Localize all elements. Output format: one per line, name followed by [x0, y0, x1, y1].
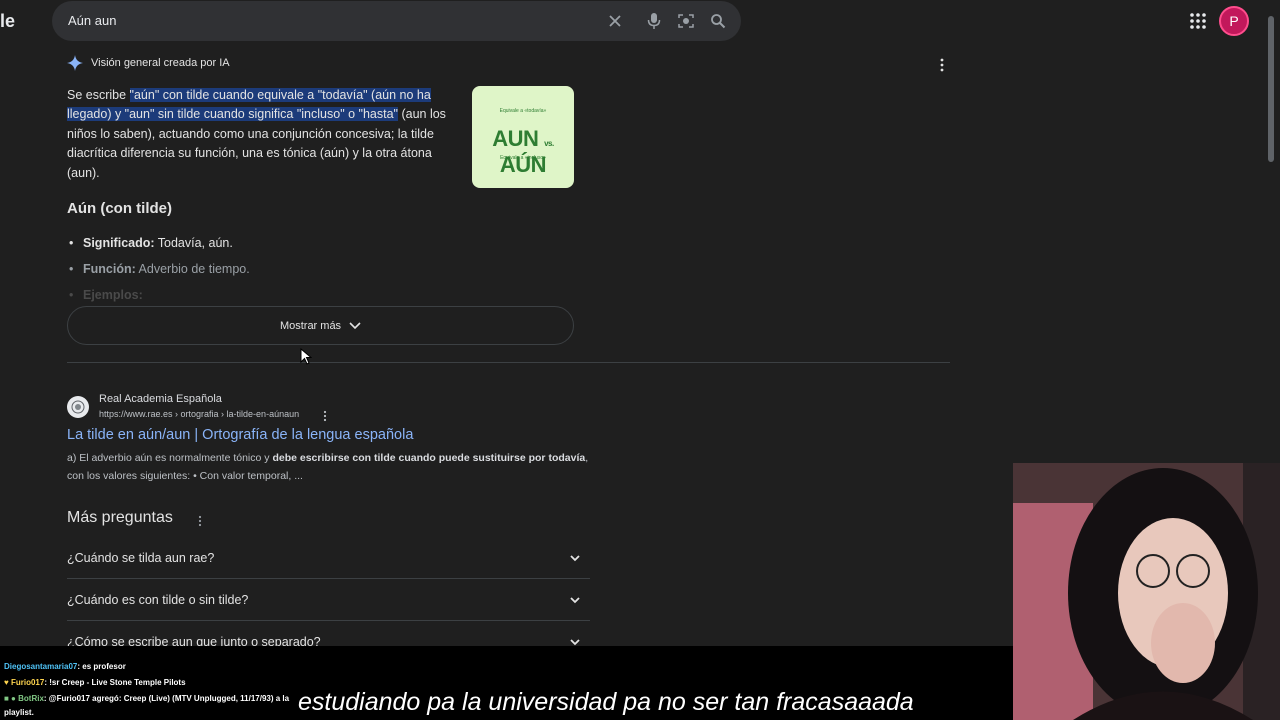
chat-user: BotRix [18, 694, 44, 703]
chat-text: : !sr Creep - Live Stone Temple Pilots [44, 678, 186, 687]
result-title-link[interactable]: La tilde en aún/aun | Ortografía de la l… [67, 427, 413, 443]
mouse-cursor-icon [300, 347, 313, 366]
bullet-label: Significado: [83, 236, 155, 250]
chat-message: Diegosantamaria07: es profesor [4, 662, 126, 671]
show-more-button[interactable]: Mostrar más [67, 306, 574, 345]
question-text: ¿Cuándo se tilda aun rae? [67, 551, 215, 565]
list-item: Función: Adverbio de tiempo. [67, 256, 250, 282]
clear-icon[interactable] [605, 11, 625, 31]
search-input[interactable]: Aún aun [68, 13, 116, 28]
result-snippet: a) El adverbio aún es normalmente tónico… [67, 449, 597, 485]
snippet-bold: debe escribirse con tilde cuando puede s… [272, 452, 546, 464]
thumbnail-top-text: Equivale a «todavía» [499, 108, 547, 114]
webcam-feed [1013, 463, 1280, 720]
chevron-down-icon [570, 555, 580, 562]
lens-camera-icon[interactable] [676, 11, 696, 31]
aun-vs-aun-thumbnail[interactable]: Equivale a «todavía» AUN vs. AÚN Equival… [472, 86, 574, 188]
sparkle-icon [67, 55, 83, 71]
question-item[interactable]: ¿Cuándo es con tilde o sin tilde? [67, 579, 590, 621]
bullet-label: Ejemplos: [83, 288, 143, 302]
ai-overview-menu-icon[interactable] [937, 58, 947, 72]
page-scrollbar[interactable] [1268, 16, 1274, 162]
list-item: Significado: Todavía, aún. [67, 230, 250, 256]
result-site-name[interactable]: Real Academia Española [99, 393, 222, 405]
chat-badge-icon: ■ ● [4, 694, 19, 703]
stream-caption: estudiando pa la universidad pa no ser t… [298, 688, 914, 716]
chat-text: : @Furio017 agregó: Creep (Live) (MTV Un… [43, 694, 290, 703]
ai-overview-header: Visión general creada por IA [67, 55, 230, 71]
chat-message: playlist. [4, 708, 34, 717]
chat-message: ■ ● BotRix: @Furio017 agregó: Creep (Liv… [4, 694, 289, 703]
account-avatar[interactable]: P [1219, 6, 1249, 36]
thumbnail-bottom-text: Equivale a «incluso» [500, 155, 546, 161]
question-text: ¿Cuándo es con tilde o sin tilde? [67, 593, 249, 607]
bullet-label: Función: [83, 262, 136, 276]
ai-bullet-list: Significado: Todavía, aún. Función: Adve… [67, 230, 250, 308]
bullet-text: Todavía, aún. [154, 236, 233, 250]
thumbnail-title: AUN vs. AÚN [472, 126, 574, 178]
google-logo-fragment[interactable]: le [0, 11, 15, 32]
thumbnail-left-word: AUN [492, 126, 539, 151]
ai-subheading: Aún (con tilde) [67, 200, 172, 217]
chat-user: Diegosantamaria07 [4, 662, 78, 671]
show-more-label: Mostrar más [279, 319, 342, 332]
more-questions-menu-icon[interactable] [197, 514, 203, 527]
snippet-text: a) El adverbio aún es normalmente tónico… [67, 452, 273, 464]
rae-favicon-icon[interactable] [67, 396, 89, 418]
ai-overview-text: Se escribe "aún" con tilde cuando equiva… [67, 86, 462, 183]
result-url[interactable]: https://www.rae.es › ortografia › la-til… [99, 409, 299, 419]
list-item: Ejemplos: [67, 282, 250, 308]
search-icon[interactable] [708, 11, 728, 31]
search-bar[interactable]: Aún aun [52, 1, 741, 41]
chevron-down-icon [349, 321, 361, 329]
apps-grid-icon[interactable] [1188, 11, 1208, 31]
snippet-bold: todavía [548, 452, 586, 464]
ai-overview-title: Visión general creada por IA [91, 57, 230, 69]
more-questions-title: Más preguntas [67, 509, 173, 526]
result-menu-icon[interactable] [322, 409, 328, 422]
thumbnail-vs: vs. [544, 139, 554, 148]
chat-message: ♥ Furio017: !sr Creep - Live Stone Templ… [4, 678, 186, 687]
chat-text: : es profesor [77, 662, 126, 671]
chat-text: playlist. [4, 708, 34, 717]
ai-text-before: Se escribe [67, 88, 130, 102]
bullet-text: Adverbio de tiempo. [135, 262, 250, 276]
chat-badge-icon: ♥ [4, 678, 11, 687]
chevron-down-icon [570, 597, 580, 604]
microphone-icon[interactable] [644, 11, 664, 31]
chat-user: Furio017 [10, 678, 45, 687]
section-divider [67, 362, 950, 363]
question-item[interactable]: ¿Cuándo se tilda aun rae? [67, 537, 590, 579]
